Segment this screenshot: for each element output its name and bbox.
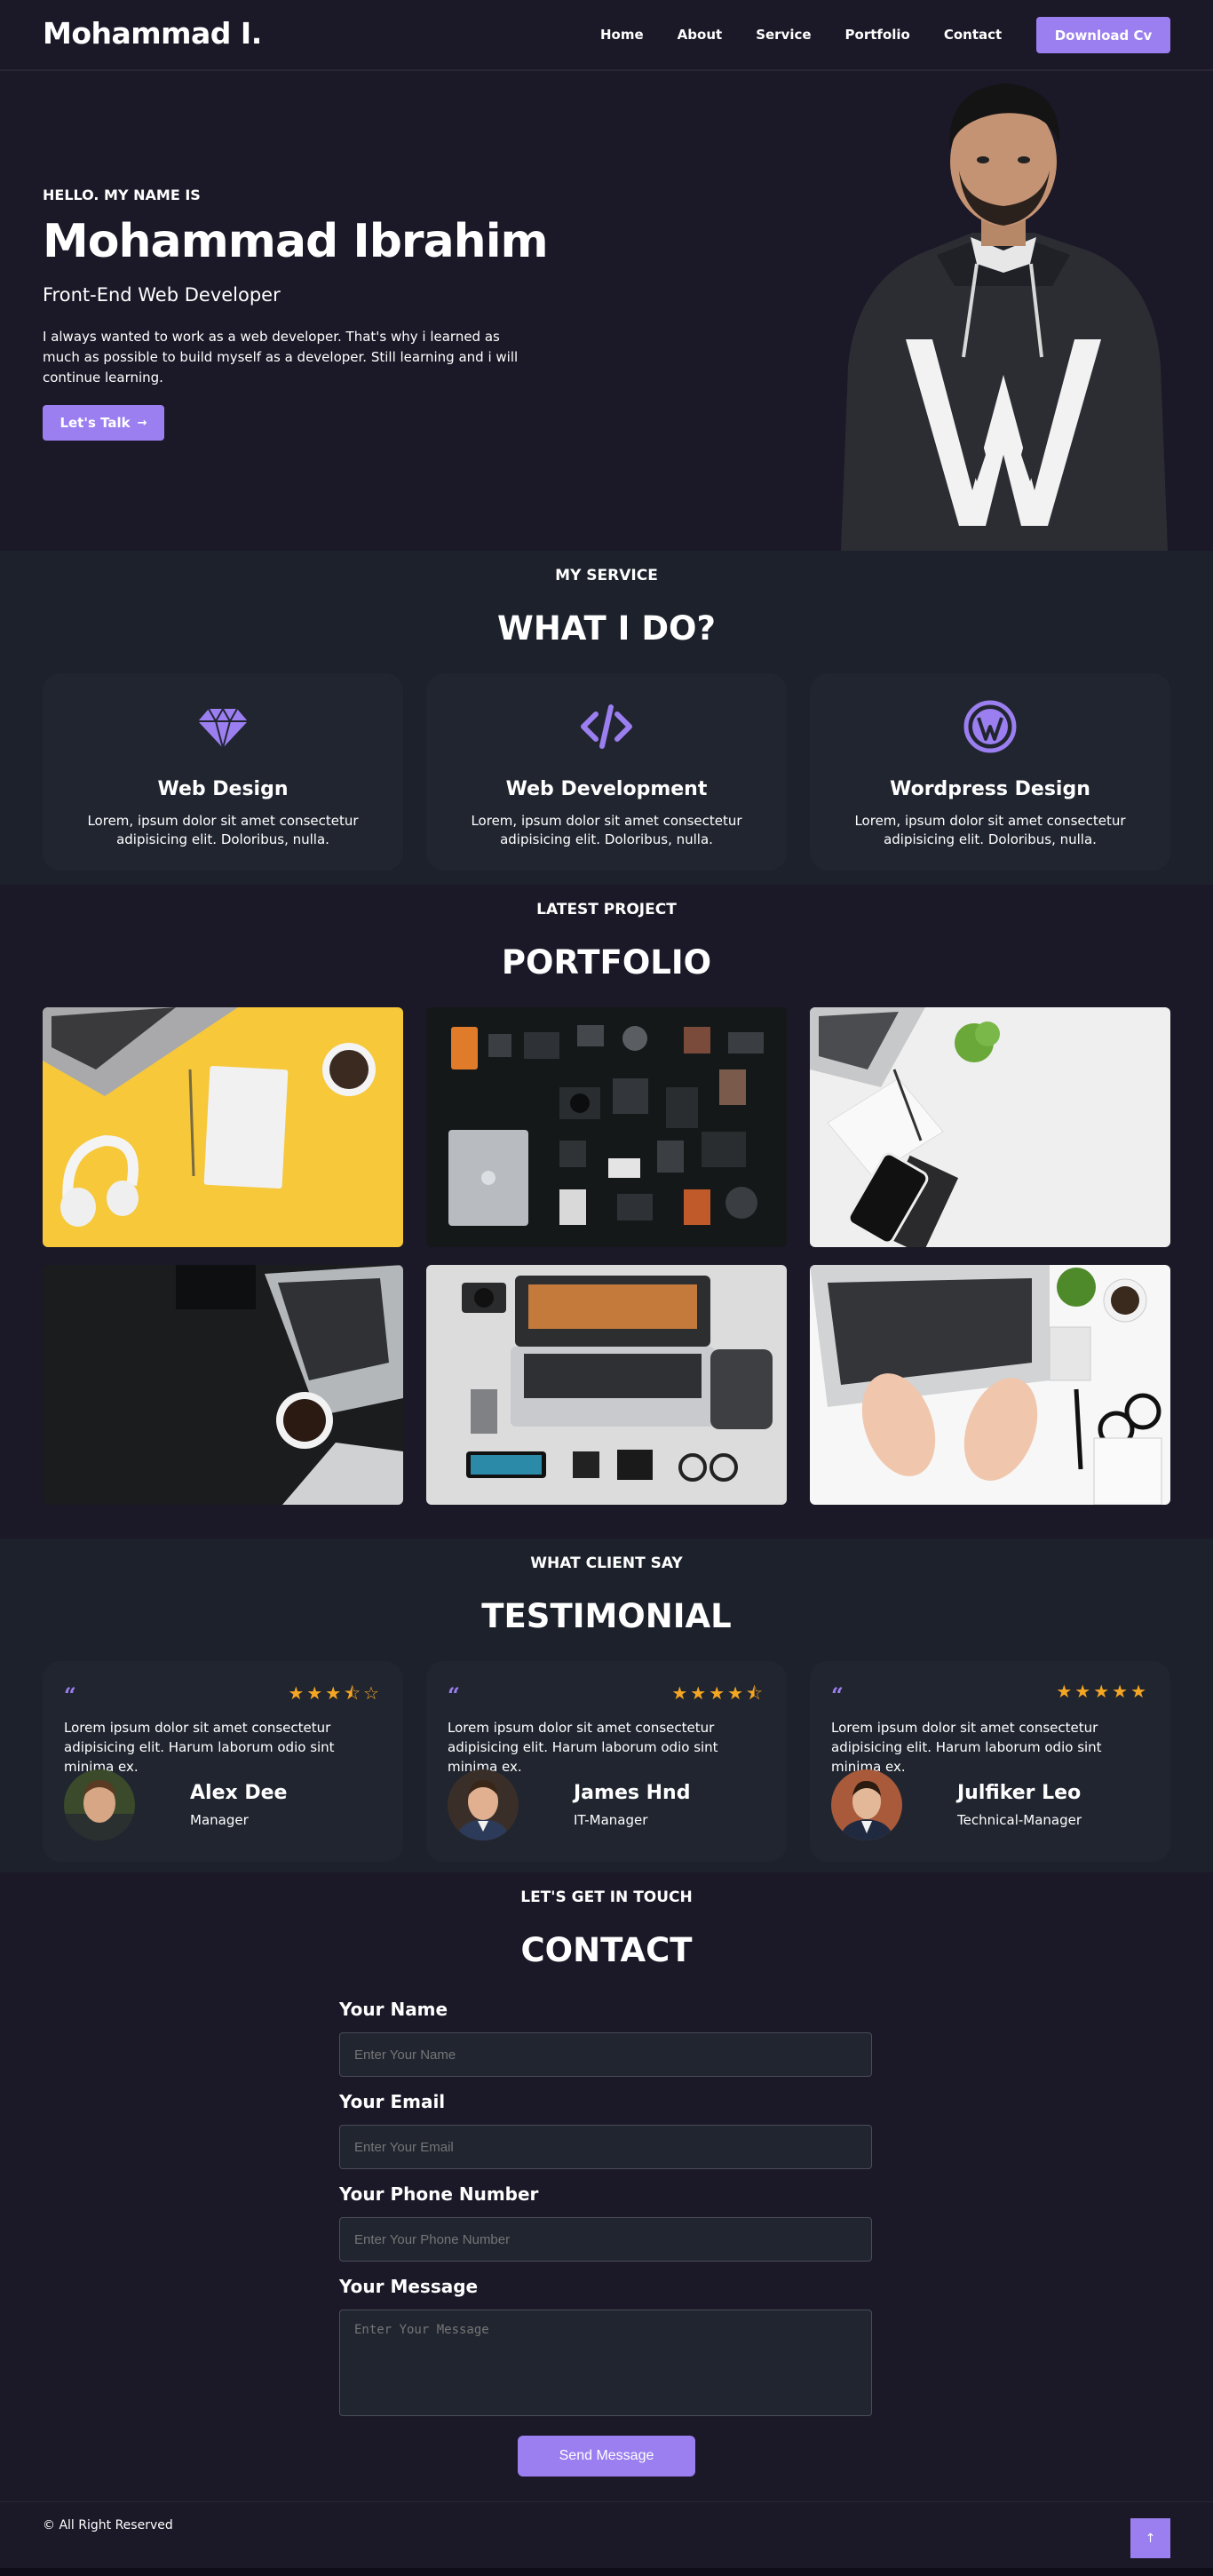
service-card-web-design: Web Design Lorem, ipsum dolor sit amet c…	[43, 673, 403, 871]
arrow-up-icon: ↑	[1145, 2531, 1156, 2546]
download-cv-button[interactable]: Download Cv	[1036, 17, 1170, 53]
star-rating: ★★★⯪☆	[288, 1682, 382, 1704]
portfolio-image-camera-gear[interactable]	[426, 1007, 787, 1247]
quote-icon: “	[448, 1682, 460, 1708]
nav-link-service[interactable]: Service	[756, 27, 811, 43]
service-section: MY SERVICE WHAT I DO? Web Design Lorem, …	[0, 551, 1213, 885]
testimonial-card: “ ★★★★★ Lorem ipsum dolor sit amet conse…	[810, 1661, 1170, 1862]
message-label: Your Message	[339, 2276, 479, 2297]
service-card-wordpress-design: Wordpress Design Lorem, ipsum dolor sit …	[810, 673, 1170, 871]
nav-link-about[interactable]: About	[678, 27, 723, 43]
service-description: Lorem, ipsum dolor sit amet consectetur …	[87, 813, 359, 847]
nav-link-contact[interactable]: Contact	[944, 27, 1002, 43]
contact-subheading: LET'S GET IN TOUCH	[520, 1888, 693, 1906]
nav-link-home[interactable]: Home	[600, 27, 644, 43]
service-subheading: MY SERVICE	[555, 567, 658, 584]
portfolio-image-typing-laptop[interactable]	[810, 1265, 1170, 1505]
service-title: Web Design	[157, 778, 289, 800]
contact-section: LET'S GET IN TOUCH CONTACT Your Name You…	[0, 1872, 1213, 2501]
testimonial-name: Julfiker Leo	[957, 1782, 1082, 1804]
profile-photo	[841, 83, 1168, 551]
testimonial-role: Technical-Manager	[957, 1812, 1082, 1828]
portfolio-image-yellow-desk[interactable]	[43, 1007, 403, 1247]
portfolio-image-laptop-gear[interactable]	[426, 1265, 787, 1505]
testimonial-role: Manager	[190, 1812, 249, 1828]
name-input[interactable]	[339, 2032, 872, 2077]
testimonial-name: James Hnd	[574, 1782, 691, 1804]
footer: © All Right Reserved ↑	[0, 2501, 1213, 2576]
quote-icon: “	[831, 1682, 844, 1708]
avatar	[64, 1769, 135, 1841]
star-rating: ★★★★⯪	[671, 1682, 765, 1704]
nav-link-portfolio[interactable]: Portfolio	[845, 27, 910, 43]
testimonial-card: “ ★★★★⯪ Lorem ipsum dolor sit amet conse…	[426, 1661, 787, 1862]
testimonial-section: WHAT CLIENT SAY TESTIMONIAL “ ★★★⯪☆ Lore…	[0, 1538, 1213, 1872]
phone-input[interactable]	[339, 2217, 872, 2262]
avatar	[831, 1769, 902, 1841]
hero-greeting: HELLO. MY NAME IS	[43, 187, 201, 203]
testimonial-text: Lorem ipsum dolor sit amet consectetur a…	[831, 1720, 1102, 1775]
portfolio-section: LATEST PROJECT PORTFOLIO	[0, 885, 1213, 1538]
testimonial-subheading: WHAT CLIENT SAY	[530, 1554, 683, 1572]
hero-role: Front-End Web Developer	[43, 284, 281, 306]
diamond-icon	[198, 706, 248, 751]
testimonial-name: Alex Dee	[190, 1782, 288, 1804]
nav-links: Home About Service Portfolio Contact	[600, 27, 1035, 43]
message-textarea[interactable]	[339, 2310, 872, 2416]
testimonial-text: Lorem ipsum dolor sit amet consectetur a…	[448, 1720, 718, 1775]
top-navbar: Mohammad I. Home About Service Portfolio…	[0, 0, 1213, 71]
site-logo[interactable]: Mohammad I.	[43, 16, 262, 51]
arrow-right-icon: →	[137, 416, 147, 430]
send-message-button[interactable]: Send Message	[518, 2436, 695, 2477]
portfolio-subheading: LATEST PROJECT	[536, 901, 677, 918]
contact-heading: CONTACT	[520, 1931, 693, 1969]
code-icon	[581, 704, 632, 749]
lets-talk-label: Let's Talk	[59, 415, 131, 431]
hero-description: I always wanted to work as a web develop…	[43, 329, 519, 386]
back-to-top-button[interactable]: ↑	[1130, 2518, 1170, 2558]
phone-label: Your Phone Number	[339, 2183, 539, 2205]
lets-talk-button[interactable]: Let's Talk →	[43, 405, 164, 441]
quote-icon: “	[64, 1682, 76, 1708]
copyright-text: © All Right Reserved	[43, 2518, 173, 2532]
service-title: Wordpress Design	[890, 778, 1090, 800]
service-title: Web Development	[505, 778, 708, 800]
service-card-web-development: Web Development Lorem, ipsum dolor sit a…	[426, 673, 787, 871]
testimonial-text: Lorem ipsum dolor sit amet consectetur a…	[64, 1720, 335, 1775]
email-input[interactable]	[339, 2125, 872, 2169]
email-label: Your Email	[339, 2091, 446, 2112]
portfolio-image-white-desk[interactable]	[810, 1007, 1170, 1247]
portfolio-image-dark-desk[interactable]	[43, 1265, 403, 1505]
testimonial-card: “ ★★★⯪☆ Lorem ipsum dolor sit amet conse…	[43, 1661, 403, 1862]
star-rating: ★★★★★	[1056, 1681, 1149, 1702]
hero-section: HELLO. MY NAME IS Mohammad Ibrahim Front…	[0, 73, 1213, 551]
service-heading: WHAT I DO?	[497, 609, 716, 648]
portfolio-heading: PORTFOLIO	[501, 943, 712, 982]
bottom-bar	[0, 2568, 1213, 2576]
name-label: Your Name	[339, 1999, 448, 2020]
testimonial-heading: TESTIMONIAL	[481, 1597, 732, 1635]
avatar	[448, 1769, 519, 1841]
service-description: Lorem, ipsum dolor sit amet consectetur …	[854, 813, 1126, 847]
wordpress-icon	[963, 700, 1017, 753]
testimonial-role: IT-Manager	[574, 1812, 648, 1828]
hero-name: Mohammad Ibrahim	[43, 215, 549, 268]
service-description: Lorem, ipsum dolor sit amet consectetur …	[471, 813, 742, 847]
